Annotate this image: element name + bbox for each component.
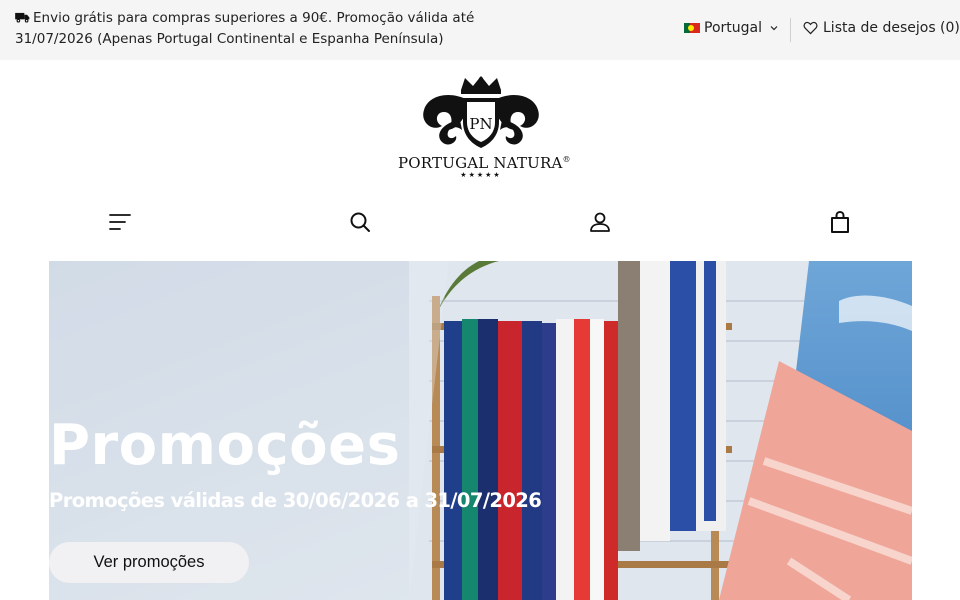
language-selector[interactable]: Portugal <box>684 18 779 38</box>
heart-icon <box>803 21 818 35</box>
site-logo[interactable]: PN PORTUGAL NATURA® ★★★★★ <box>398 76 571 182</box>
portugal-flag-icon <box>684 23 700 33</box>
topbar-divider <box>790 18 791 42</box>
search-button[interactable] <box>348 210 372 234</box>
crest-icon: PN <box>423 76 539 148</box>
wishlist-label: Lista de desejos (0) <box>823 20 960 36</box>
registered-mark: ® <box>562 155 571 164</box>
hero-subtitle: Promoções válidas de 30/06/2026 a 31/07/… <box>49 489 542 512</box>
hero-banner: Promoções Promoções válidas de 30/06/202… <box>49 261 912 600</box>
shipping-notice: Envio grátis para compras superiores a 9… <box>15 8 485 50</box>
logo-monogram: PN <box>469 115 492 133</box>
hero-title: Promoções <box>49 413 401 478</box>
shopping-bag-icon <box>831 210 849 233</box>
account-icon <box>590 212 610 232</box>
logo-brand-text: PORTUGAL NATURA <box>398 154 563 172</box>
wishlist-link[interactable]: Lista de desejos (0) <box>803 18 960 38</box>
menu-button[interactable] <box>108 210 132 234</box>
truck-icon <box>15 12 30 23</box>
cart-button[interactable] <box>828 210 852 234</box>
logo-stars: ★★★★★ <box>460 171 502 179</box>
announcement-bar: Envio grátis para compras superiores a 9… <box>0 0 960 60</box>
shipping-notice-text: Envio grátis para compras superiores a 9… <box>15 10 475 47</box>
chevron-down-icon <box>770 26 778 31</box>
view-promotions-button[interactable]: Ver promoções <box>49 542 249 583</box>
language-label: Portugal <box>704 20 762 36</box>
logo-brand-name: PORTUGAL NATURA® <box>398 154 571 172</box>
account-button[interactable] <box>588 210 612 234</box>
menu-icon <box>109 214 131 230</box>
search-icon <box>350 212 370 232</box>
